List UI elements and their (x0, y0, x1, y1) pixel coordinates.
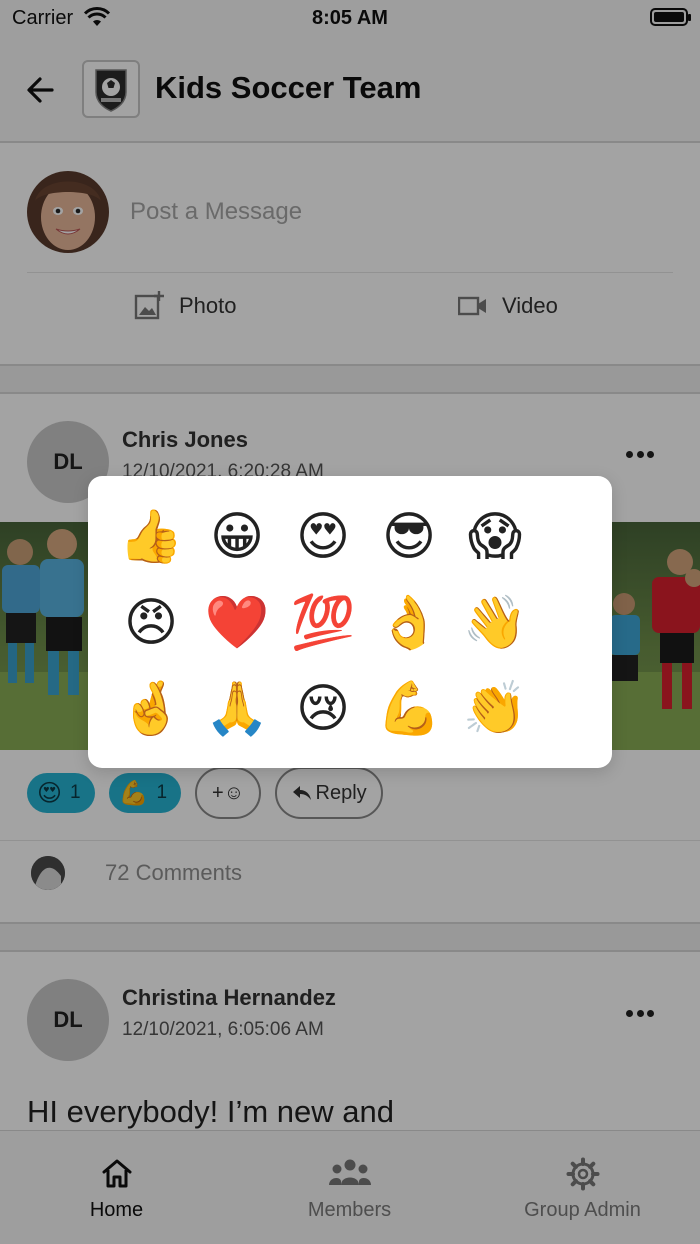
emoji-grinning-face[interactable]: 😀 (194, 494, 280, 580)
emoji-ok-hand[interactable]: 👌 (366, 580, 452, 666)
emoji-angry-face[interactable]: 😠 (108, 580, 194, 666)
emoji-crossed-fingers[interactable]: 🤞 (108, 666, 194, 752)
emoji-thumbs-up[interactable]: 👍 (108, 494, 194, 580)
emoji-heart-eyes[interactable]: 😍 (280, 494, 366, 580)
emoji-folded-hands[interactable]: 🙏 (194, 666, 280, 752)
emoji-screaming-face[interactable]: 😱 (452, 494, 538, 580)
emoji-grid: 👍 😀 😍 😎 😱 😠 ❤️ 💯 👌 👋 🤞 🙏 😢 💪 👏 (108, 494, 538, 752)
emoji-flexed-biceps[interactable]: 💪 (366, 666, 452, 752)
emoji-hundred-points[interactable]: 💯 (280, 580, 366, 666)
emoji-picker: 👍 😀 😍 😎 😱 😠 ❤️ 💯 👌 👋 🤞 🙏 😢 💪 👏 (88, 476, 612, 768)
emoji-red-heart[interactable]: ❤️ (194, 580, 280, 666)
emoji-clapping-hands[interactable]: 👏 (452, 666, 538, 752)
emoji-sunglasses[interactable]: 😎 (366, 494, 452, 580)
emoji-waving-hand[interactable]: 👋 (452, 580, 538, 666)
emoji-crying-face[interactable]: 😢 (280, 666, 366, 752)
